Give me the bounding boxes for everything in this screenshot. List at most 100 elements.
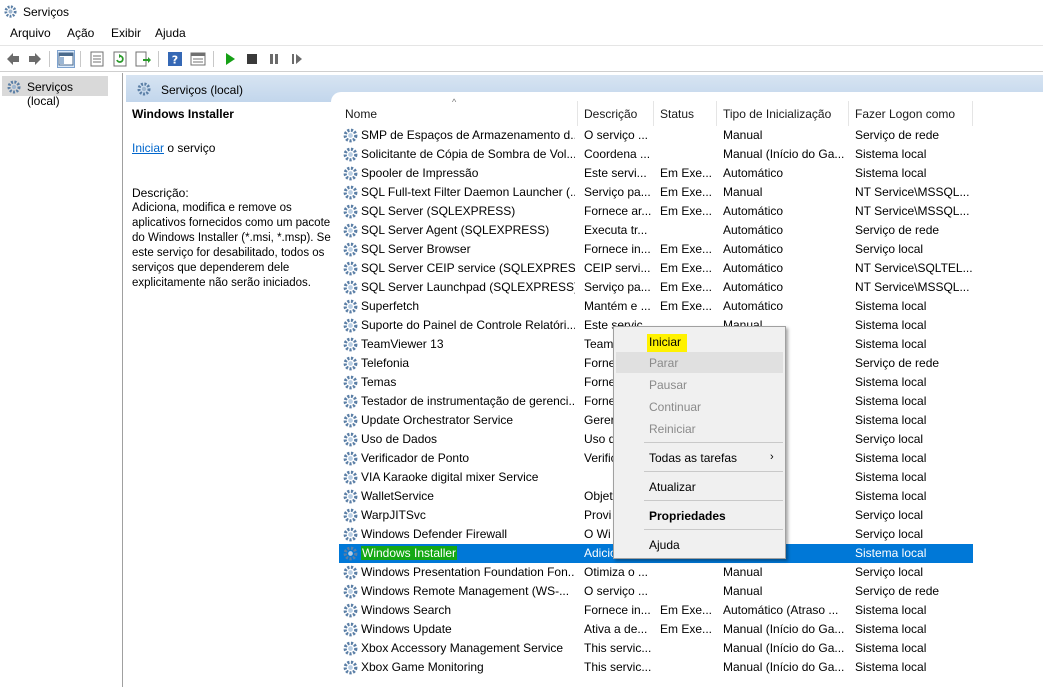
gear-icon [342, 298, 359, 315]
restart-service-icon[interactable] [288, 50, 306, 68]
table-row[interactable]: Superfetch Mantém e ... Em Exe... Automátic… [339, 297, 973, 316]
console-view-icon[interactable] [189, 50, 207, 68]
title-bar: Serviços [0, 0, 1043, 23]
cell-startup-type: Automático [723, 204, 784, 218]
menu-ajuda[interactable]: Ajuda [155, 26, 186, 40]
cell-startup-type: Automático (Atraso ... [723, 603, 839, 617]
table-row[interactable]: Xbox Accessory Management Service This se… [339, 639, 973, 658]
start-service-link[interactable]: Iniciar [132, 141, 164, 155]
table-row[interactable]: SQL Full-text Filter Daemon Launcher (..… [339, 183, 973, 202]
column-header-description[interactable]: Descrição [578, 101, 654, 126]
context-menu-item-todas-as-tarefas[interactable]: Todas as tarefas › [616, 447, 783, 468]
table-row[interactable]: SQL Server Agent (SQLEXPRESS) Executa tr.… [339, 221, 973, 240]
menu-separator [644, 471, 783, 472]
panel-title: Serviços (local) [161, 83, 244, 97]
cell-description: Mantém e ... [584, 299, 651, 313]
cell-logon: Sistema local [855, 546, 927, 560]
context-menu-item-atualizar[interactable]: Atualizar [616, 476, 783, 497]
properties-icon[interactable] [88, 50, 106, 68]
gear-icon [342, 336, 359, 353]
panel-header: Serviços (local) [126, 75, 1043, 102]
table-row[interactable]: SQL Server Launchpad (SQLEXPRESS) Serviço… [339, 278, 973, 297]
gear-icon [342, 241, 359, 258]
table-row[interactable]: Windows Search Fornece in... Em Exe... Auto… [339, 601, 973, 620]
menu-separator [644, 500, 783, 501]
menu-separator [644, 529, 783, 530]
table-row[interactable]: SQL Server Browser Fornece in... Em Exe...… [339, 240, 973, 259]
cell-description: Serviço pa... [584, 185, 651, 199]
gear-icon [342, 146, 359, 163]
gear-icon [342, 640, 359, 657]
back-arrow-icon[interactable] [4, 50, 22, 68]
gear-icon [342, 526, 359, 543]
stop-service-icon[interactable] [243, 50, 261, 68]
cell-name: Windows Installer [361, 546, 458, 560]
help-icon[interactable]: ? [166, 50, 184, 68]
start-service-icon[interactable] [221, 50, 239, 68]
column-header-name[interactable]: Nome [339, 101, 578, 126]
gear-icon [342, 431, 359, 448]
cell-logon: Sistema local [855, 622, 927, 636]
table-row[interactable]: SQL Server CEIP service (SQLEXPRESS) CEIP… [339, 259, 973, 278]
column-header-status[interactable]: Status [654, 101, 717, 126]
table-row[interactable]: Solicitante de Cópia de Sombra de Vol...… [339, 145, 973, 164]
gear-icon [7, 80, 21, 94]
cell-logon: Serviço local [855, 527, 924, 541]
table-row[interactable]: Windows Remote Management (WS-... O servi… [339, 582, 973, 601]
menu-exibir[interactable]: Exibir [111, 26, 141, 40]
table-row[interactable]: Windows Presentation Foundation Fon... Ot… [339, 563, 973, 582]
cell-name: SQL Server CEIP service (SQLEXPRESS) [361, 261, 575, 275]
context-menu-item-propriedades[interactable]: Propriedades [616, 505, 783, 526]
gear-icon [342, 564, 359, 581]
window-title: Serviços [23, 5, 70, 19]
cell-logon: Sistema local [855, 299, 927, 313]
column-header-startup-type[interactable]: Tipo de Inicialização [717, 101, 849, 126]
cell-logon: Serviço local [855, 432, 924, 446]
cell-startup-type: Manual [723, 128, 763, 142]
context-menu-item-iniciar[interactable]: Iniciar [616, 330, 783, 353]
context-menu-item-ajuda[interactable]: Ajuda [616, 534, 783, 555]
cell-startup-type: Manual [723, 565, 763, 579]
table-row[interactable]: Spooler de Impressão Este servi... Em Exe.… [339, 164, 973, 183]
column-header-logon[interactable]: Fazer Logon como [849, 101, 973, 126]
forward-arrow-icon[interactable] [26, 50, 44, 68]
table-row[interactable]: SMP de Espaços de Armazenamento d... O se… [339, 126, 973, 145]
cell-description: Este servi... [584, 166, 647, 180]
cell-description: O serviço ... [584, 584, 649, 598]
gear-icon [342, 165, 359, 182]
cell-name: Suporte do Painel de Controle Relatóri..… [361, 318, 575, 332]
show-hide-tree-icon[interactable] [57, 50, 75, 68]
menu-acao[interactable]: Ação [67, 26, 94, 40]
cell-logon: NT Service\SQLTEL... [855, 261, 973, 275]
tree-item-services-local[interactable]: Serviços (local) [2, 76, 108, 108]
cell-logon: Serviço local [855, 242, 924, 256]
gear-icon [342, 450, 359, 467]
table-row[interactable]: Xbox Game Monitoring This servic... Manual… [339, 658, 973, 677]
menu-arquivo[interactable]: Arquivo [10, 26, 51, 40]
cell-startup-type: Manual [723, 584, 763, 598]
cell-name: Update Orchestrator Service [361, 413, 514, 427]
cell-name: VIA Karaoke digital mixer Service [361, 470, 539, 484]
cell-logon: Serviço de rede [855, 584, 940, 598]
context-menu-item-reiniciar: Reiniciar [649, 422, 696, 436]
cell-name: Superfetch [361, 299, 420, 313]
cell-name: Windows Presentation Foundation Fon... [361, 565, 575, 579]
export-list-icon[interactable] [134, 50, 152, 68]
gear-icon [342, 488, 359, 505]
table-row[interactable]: SQL Server (SQLEXPRESS) Fornece ar... Em E… [339, 202, 973, 221]
table-row[interactable]: Windows Update Ativa a de... Em Exe... Manu… [339, 620, 973, 639]
menu-bar: Arquivo Ação Exibir Ajuda [0, 23, 1043, 44]
cell-startup-type: Automático [723, 242, 784, 256]
cell-name: Windows Update [361, 622, 452, 636]
list-header: ^ Nome Descrição Status Tipo de Iniciali… [339, 97, 1043, 126]
cell-startup-type: Manual [723, 185, 763, 199]
context-menu-item-parar: Parar [616, 352, 783, 373]
cell-description: Fornece ar... [584, 204, 652, 218]
cell-description: Fornece in... [584, 242, 651, 256]
pause-service-icon[interactable] [265, 50, 283, 68]
cell-name: Windows Remote Management (WS-... [361, 584, 570, 598]
chevron-right-icon: › [770, 451, 774, 463]
refresh-icon[interactable] [111, 50, 129, 68]
cell-name: WarpJITSvc [361, 508, 426, 522]
cell-status: Em Exe... [660, 622, 713, 636]
